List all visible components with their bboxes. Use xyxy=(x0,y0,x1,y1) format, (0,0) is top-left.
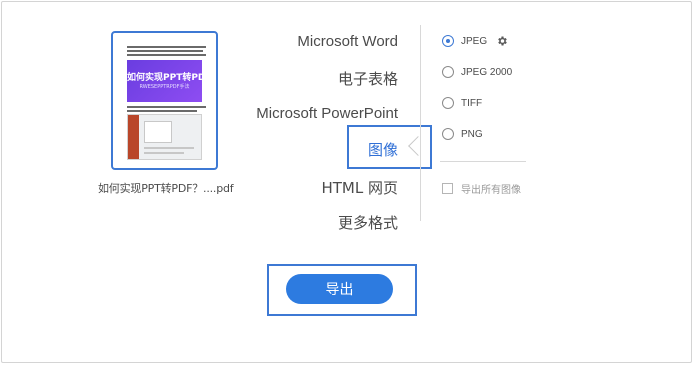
thumb-banner: 如何实现PPT转PDF? RWESEPPTRPDF手法 xyxy=(127,60,206,102)
thumb-screenshot-dialog xyxy=(144,121,172,143)
option-export-all-images[interactable]: 导出所有图像 xyxy=(442,181,521,196)
format-more-formats[interactable]: 更多格式 xyxy=(338,212,398,233)
document-thumbnail[interactable]: 如何实现PPT转PDF? RWESEPPTRPDF手法 xyxy=(111,31,218,170)
thumb-screenshot-sidebar xyxy=(128,115,139,159)
panel-divider xyxy=(420,25,421,221)
option-jpeg2000[interactable]: JPEG 2000 xyxy=(442,65,512,79)
option-tiff[interactable]: TIFF xyxy=(442,96,482,110)
option-jpeg2000-label: JPEG 2000 xyxy=(461,66,513,78)
thumb-text-line xyxy=(127,54,206,56)
option-png-label: PNG xyxy=(461,128,483,140)
format-microsoft-powerpoint[interactable]: Microsoft PowerPoint xyxy=(256,105,398,122)
thumb-screenshot xyxy=(127,114,202,160)
format-html-webpage[interactable]: HTML 网页 xyxy=(321,177,398,198)
gear-icon[interactable] xyxy=(496,35,508,47)
option-tiff-label: TIFF xyxy=(461,97,483,109)
thumb-text-line xyxy=(127,46,206,48)
options-divider xyxy=(440,161,526,162)
radio-jpeg[interactable] xyxy=(442,35,454,47)
radio-jpeg2000[interactable] xyxy=(442,66,454,78)
option-jpeg-label: JPEG xyxy=(461,35,488,47)
thumbnail-page: 如何实现PPT转PDF? RWESEPPTRPDF手法 xyxy=(123,42,206,160)
thumb-text-line xyxy=(127,110,197,112)
export-button[interactable]: 导出 xyxy=(286,274,393,304)
radio-tiff[interactable] xyxy=(442,97,454,109)
export-all-images-label: 导出所有图像 xyxy=(461,184,521,196)
thumb-text-line xyxy=(127,50,203,52)
export-all-images-checkbox[interactable] xyxy=(442,182,453,194)
option-png[interactable]: PNG xyxy=(442,127,483,141)
format-microsoft-word[interactable]: Microsoft Word xyxy=(297,33,398,50)
radio-png[interactable] xyxy=(442,128,454,140)
option-jpeg[interactable]: JPEG xyxy=(442,34,508,48)
thumb-banner-subtitle: RWESEPPTRPDF手法 xyxy=(139,84,190,90)
thumb-screenshot-row xyxy=(144,152,184,154)
thumb-screenshot-row xyxy=(144,147,194,149)
file-name: 如何实现PPT转PDF？....pdf xyxy=(98,182,234,195)
format-spreadsheet[interactable]: 电子表格 xyxy=(338,68,398,89)
thumb-banner-title: 如何实现PPT转PDF? xyxy=(127,73,206,83)
thumb-text-line xyxy=(127,106,206,108)
format-image[interactable]: 图像 xyxy=(368,139,398,160)
